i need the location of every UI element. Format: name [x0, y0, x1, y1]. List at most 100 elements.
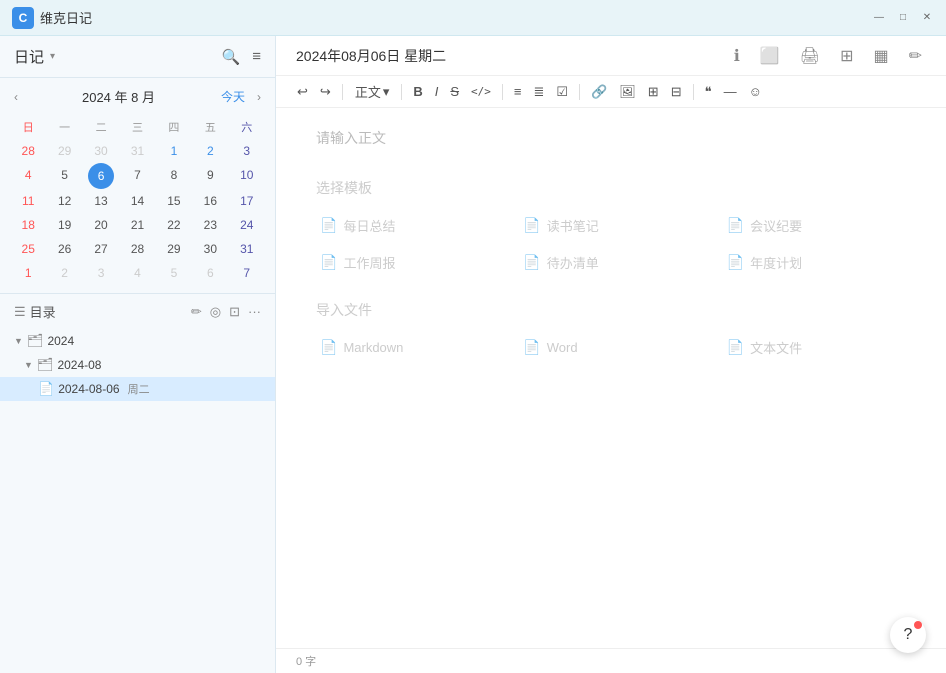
template-yearly-plan[interactable]: 📄 年度计划 — [723, 249, 906, 276]
cal-day-22[interactable]: 22 — [156, 213, 192, 237]
cal-day-7[interactable]: 7 — [119, 163, 155, 189]
maximize-button[interactable]: □ — [896, 11, 910, 25]
cal-day-28[interactable]: 28 — [119, 237, 155, 261]
code-button[interactable]: </> — [466, 82, 496, 101]
style-select[interactable]: 正文 ▾ — [349, 80, 396, 103]
cal-day-31-prev[interactable]: 31 — [119, 139, 155, 163]
strikethrough-button[interactable]: S — [445, 81, 464, 102]
template-section-title: 选择模板 — [316, 178, 906, 198]
cal-day-31[interactable]: 31 — [229, 237, 265, 261]
undo-button[interactable]: ↩ — [292, 81, 313, 103]
cal-day-6-next[interactable]: 6 — [192, 261, 228, 285]
cal-day-2[interactable]: 2 — [192, 139, 228, 163]
cal-day-29[interactable]: 29 — [156, 237, 192, 261]
cal-day-14[interactable]: 14 — [119, 189, 155, 213]
prev-month-button[interactable]: ‹ — [10, 88, 22, 106]
quote-button[interactable]: ❝ — [700, 81, 717, 103]
cal-day-28-prev[interactable]: 28 — [10, 139, 46, 163]
cal-day-30[interactable]: 30 — [192, 237, 228, 261]
dir-more-button[interactable]: ··· — [248, 304, 261, 320]
tree-item-2024[interactable]: ▼ 🗂 2024 — [0, 329, 275, 353]
cal-day-29-prev[interactable]: 29 — [46, 139, 82, 163]
cal-day-24[interactable]: 24 — [229, 213, 265, 237]
link-button[interactable]: 🔗 — [586, 81, 612, 103]
today-button[interactable]: 今天 — [215, 86, 251, 107]
cal-day-12[interactable]: 12 — [46, 189, 82, 213]
cal-day-4-next[interactable]: 4 — [119, 261, 155, 285]
app-icon: C — [12, 7, 34, 29]
style-label: 正文 — [355, 82, 381, 101]
cal-day-26[interactable]: 26 — [46, 237, 82, 261]
cal-day-5-next[interactable]: 5 — [156, 261, 192, 285]
tree-item-2024-08[interactable]: ▼ 🗂 2024-08 — [0, 353, 275, 377]
cal-day-1[interactable]: 1 — [156, 139, 192, 163]
next-month-button[interactable]: › — [253, 88, 265, 106]
calendar: ‹ 2024 年 8 月 今天 › 日 一 二 三 四 五 六 28 29 30 — [0, 78, 275, 293]
file-icon: 📄 — [38, 381, 54, 397]
view-toggle-button[interactable]: ▦ — [869, 42, 892, 70]
cal-day-11[interactable]: 11 — [10, 189, 46, 213]
cal-day-25[interactable]: 25 — [10, 237, 46, 261]
tree-item-2024-08-06[interactable]: 📄 2024-08-06 周二 — [0, 377, 275, 401]
cal-day-27[interactable]: 27 — [83, 237, 119, 261]
cal-day-18[interactable]: 18 — [10, 213, 46, 237]
template-meeting[interactable]: 📄 会议纪要 — [723, 212, 906, 239]
template-daily-summary[interactable]: 📄 每日总结 — [316, 212, 499, 239]
content-area[interactable]: 请输入正文 选择模板 📄 每日总结 📄 读书笔记 📄 会议纪要 — [276, 108, 946, 648]
template-todo[interactable]: 📄 待办清单 — [519, 249, 702, 276]
template-work-report[interactable]: 📄 工作周报 — [316, 249, 499, 276]
dir-copy-button[interactable]: ⊡ — [229, 304, 240, 320]
import-doc-icon-1: 📄 — [320, 339, 337, 356]
template-name-5: 待办清单 — [547, 253, 599, 272]
cal-day-30-prev[interactable]: 30 — [83, 139, 119, 163]
ordered-list-button[interactable]: ≣ — [529, 81, 550, 103]
help-button[interactable]: ? — [890, 617, 926, 653]
cal-day-19[interactable]: 19 — [46, 213, 82, 237]
cal-day-10[interactable]: 10 — [229, 163, 265, 189]
export-button[interactable]: ⬜ — [756, 42, 784, 70]
dir-locate-button[interactable]: ◎ — [210, 304, 221, 320]
italic-button[interactable]: I — [430, 81, 444, 102]
template-book-notes[interactable]: 📄 读书笔记 — [519, 212, 702, 239]
status-bar: 0 字 — [276, 648, 946, 673]
close-button[interactable]: ✕ — [920, 11, 934, 25]
cal-day-13[interactable]: 13 — [83, 189, 119, 213]
cal-day-21[interactable]: 21 — [119, 213, 155, 237]
cal-day-9[interactable]: 9 — [192, 163, 228, 189]
print-button[interactable]: 🖨 — [796, 42, 824, 70]
table-button[interactable]: ⊞ — [643, 81, 664, 103]
cal-day-7-next[interactable]: 7 — [229, 261, 265, 285]
cal-day-6-today[interactable]: 6 — [88, 163, 114, 189]
dir-edit-button[interactable]: ✏ — [191, 304, 202, 320]
emoji-button[interactable]: ☺ — [744, 81, 767, 102]
edit-mode-button[interactable]: ✏ — [905, 42, 926, 70]
cal-day-23[interactable]: 23 — [192, 213, 228, 237]
divider-button[interactable]: — — [719, 81, 742, 102]
grid-button[interactable]: ⊞ — [836, 42, 857, 70]
redo-button[interactable]: ↪ — [315, 81, 336, 103]
cal-day-20[interactable]: 20 — [83, 213, 119, 237]
menu-button[interactable]: ≡ — [252, 48, 261, 66]
bold-button[interactable]: B — [408, 81, 427, 102]
embed-button[interactable]: ⊟ — [666, 81, 687, 103]
cal-day-8[interactable]: 8 — [156, 163, 192, 189]
minimize-button[interactable]: — — [872, 11, 886, 25]
import-text[interactable]: 📄 文本文件 — [723, 334, 906, 361]
search-button[interactable]: 🔍 — [222, 48, 241, 66]
cal-day-1-next[interactable]: 1 — [10, 261, 46, 285]
cal-day-2-next[interactable]: 2 — [46, 261, 82, 285]
cal-day-16[interactable]: 16 — [192, 189, 228, 213]
info-button[interactable]: ℹ — [730, 42, 744, 70]
cal-day-5[interactable]: 5 — [46, 163, 82, 189]
cal-day-3-next[interactable]: 3 — [83, 261, 119, 285]
cal-day-17[interactable]: 17 — [229, 189, 265, 213]
image-button[interactable]: 🖼 — [614, 81, 641, 103]
cal-day-4[interactable]: 4 — [10, 163, 46, 189]
cal-day-3[interactable]: 3 — [229, 139, 265, 163]
import-word[interactable]: 📄 Word — [519, 334, 702, 361]
import-markdown[interactable]: 📄 Markdown — [316, 334, 499, 361]
checklist-button[interactable]: ☑ — [551, 81, 573, 103]
cal-header-fri: 五 — [192, 115, 228, 139]
bullet-list-button[interactable]: ≡ — [509, 81, 527, 102]
cal-day-15[interactable]: 15 — [156, 189, 192, 213]
